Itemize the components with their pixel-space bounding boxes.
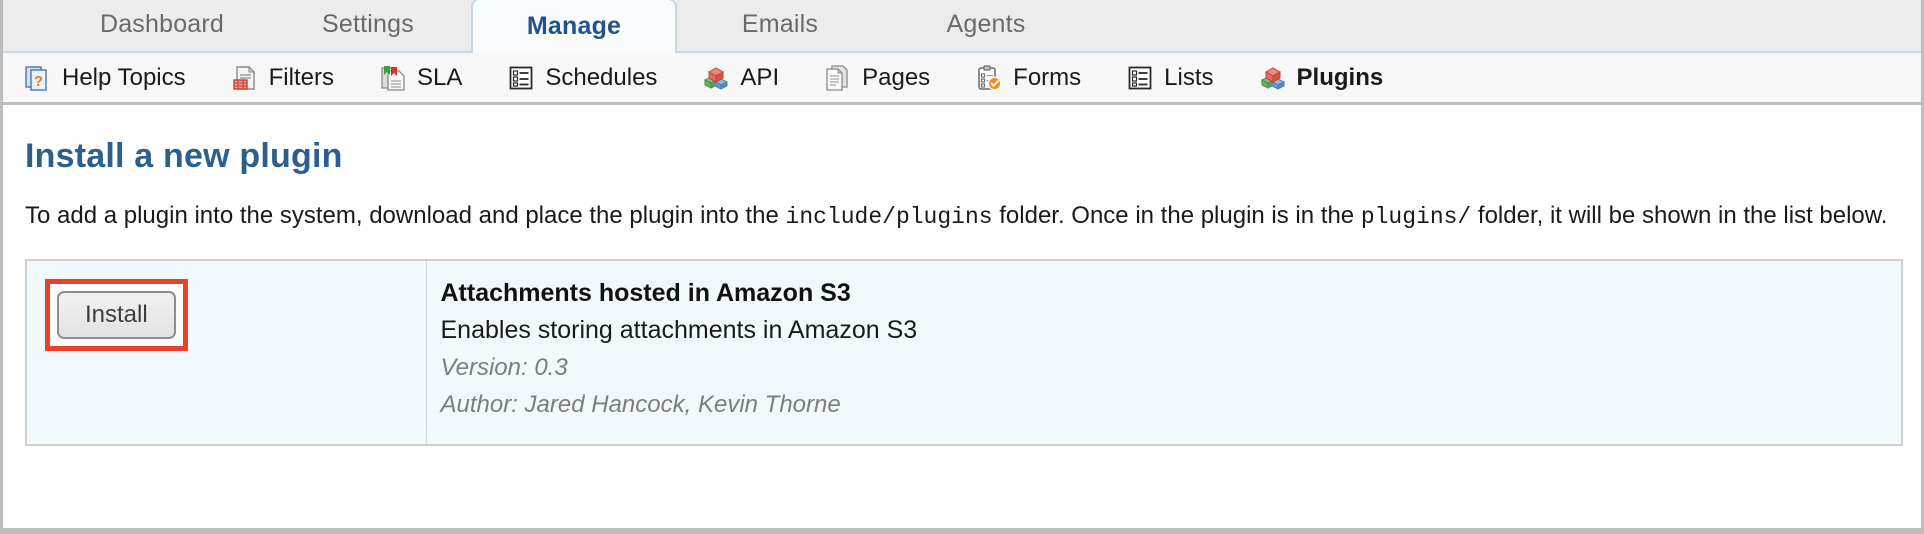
tab-settings[interactable]: Settings (265, 0, 471, 51)
subnav-item-filters[interactable]: Filters (232, 53, 334, 102)
subnav-label: Help Topics (62, 63, 186, 91)
subnav-item-plugins[interactable]: Plugins (1260, 53, 1384, 102)
subnav-item-help-topics[interactable]: ? Help Topics (25, 53, 186, 102)
tab-label: Manage (526, 12, 622, 40)
sla-icon (380, 65, 406, 91)
table-row: Install Attachments hosted in Amazon S3 … (25, 259, 1903, 446)
subnav-label: Forms (1013, 63, 1082, 91)
plugin-author: Author: Jared Hancock, Kevin Thorne (440, 391, 841, 419)
intro-paragraph: To add a plugin into the system, downloa… (25, 176, 1899, 233)
subnav-label: Filters (268, 63, 334, 91)
tab-label: Dashboard (99, 10, 225, 38)
subnav-item-pages[interactable]: Pages (825, 53, 930, 102)
pages-icon (825, 64, 851, 91)
intro-text-3: folder, it will be shown in the list bel… (1471, 202, 1888, 229)
tab-label: Agents (946, 10, 1026, 38)
tab-manage[interactable]: Manage (471, 0, 677, 53)
tab-agents[interactable]: Agents (883, 0, 1089, 51)
page-title: Install a new plugin (25, 137, 343, 175)
intro-text-1: To add a plugin into the system, downloa… (25, 202, 786, 229)
subnav-label: API (740, 63, 780, 91)
api-icon (703, 65, 729, 91)
filters-icon (232, 65, 258, 91)
subnav-label: SLA (416, 63, 463, 91)
plugin-name: Attachments hosted in Amazon S3 (440, 279, 851, 308)
include-plugins-path: include/plugins (785, 204, 993, 230)
plugin-description: Enables storing attachments in Amazon S3 (440, 315, 918, 344)
plugin-list-table: Install Attachments hosted in Amazon S3 … (25, 259, 1903, 446)
subnav-item-forms[interactable]: Forms (976, 53, 1081, 102)
subnav-item-schedules[interactable]: Schedules (508, 53, 657, 102)
subnav-item-lists[interactable]: Lists (1127, 53, 1214, 102)
install-button[interactable]: Install (57, 291, 176, 340)
secondary-nav-bar: ? Help Topics Filters SLA Schedules API … (3, 53, 1921, 105)
subnav-label: Schedules (545, 63, 658, 91)
tab-label: Emails (741, 10, 819, 38)
install-button-wrapper: Install (27, 261, 426, 352)
svg-text:?: ? (34, 73, 43, 90)
app-window: Dashboard Settings Manage Emails Agents … (0, 0, 1924, 534)
plugins-path: plugins/ (1360, 204, 1472, 230)
plugin-action-cell: Install (25, 259, 427, 446)
plugin-info-cell: Attachments hosted in Amazon S3 Enables … (425, 259, 1903, 446)
intro-text-2: folder. Once in the plugin is in the (992, 202, 1361, 229)
schedules-icon (508, 65, 534, 91)
subnav-label: Lists (1164, 63, 1214, 91)
subnav-item-sla[interactable]: SLA (380, 53, 462, 102)
forms-icon (976, 64, 1002, 91)
plugins-icon (1260, 65, 1286, 91)
main-content: Install a new plugin To add a plugin int… (3, 105, 1921, 446)
subnav-item-api[interactable]: API (703, 53, 779, 102)
tab-emails[interactable]: Emails (677, 0, 883, 51)
primary-tab-bar: Dashboard Settings Manage Emails Agents (3, 0, 1921, 53)
tab-label: Settings (322, 10, 414, 38)
tab-dashboard[interactable]: Dashboard (59, 0, 265, 51)
plugin-version: Version: 0.3 (440, 353, 568, 381)
highlight-annotation-box: Install (45, 279, 188, 352)
help-topics-icon: ? (25, 65, 51, 91)
subnav-label: Pages (862, 63, 931, 91)
lists-icon (1127, 65, 1153, 91)
subnav-label: Plugins (1296, 63, 1384, 91)
